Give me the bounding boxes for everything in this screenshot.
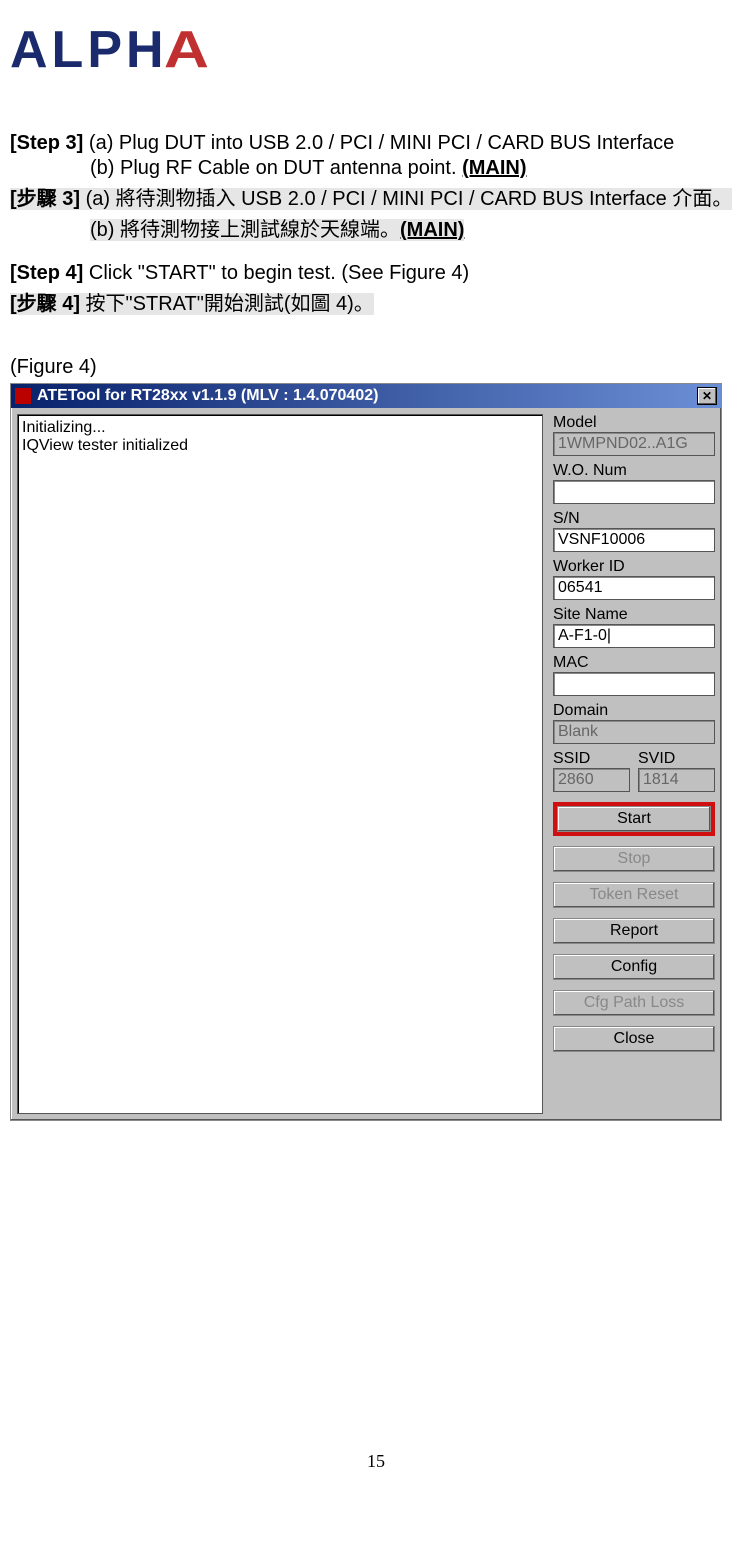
sn-label: S/N	[553, 510, 715, 528]
ssid-field	[553, 768, 630, 792]
ssid-label: SSID	[553, 750, 630, 768]
worker-field[interactable]	[553, 576, 715, 600]
atetool-window: ATETool for RT28xx v1.1.9 (MLV : 1.4.070…	[10, 383, 722, 1121]
svid-label: SVID	[638, 750, 715, 768]
figure-caption: (Figure 4)	[10, 356, 742, 379]
step3-line-a: [Step 3] (a) Plug DUT into USB 2.0 / PCI…	[10, 132, 742, 155]
step4-text: Click "START" to begin test. (See Figure…	[89, 262, 469, 284]
step3cn-b-main: (MAIN)	[400, 219, 464, 241]
window-body: Initializing... IQView tester initialize…	[11, 408, 721, 1120]
step3-label: [Step 3]	[10, 132, 83, 154]
wonum-field[interactable]	[553, 480, 715, 504]
step3-line-b: (b) Plug RF Cable on DUT antenna point. …	[10, 157, 742, 180]
mac-label: MAC	[553, 654, 715, 672]
step3cn-a-text: (a) 將待測物插入 USB 2.0 / PCI / MINI PCI / CA…	[86, 188, 733, 210]
report-button[interactable]: Report	[553, 918, 715, 944]
close-button[interactable]: Close	[553, 1026, 715, 1052]
step4cn-text: 按下"STRAT"開始測試(如圖 4)。	[80, 293, 374, 315]
model-field	[553, 432, 715, 456]
logo-lambda-glyph: A	[163, 20, 213, 80]
svid-field	[638, 768, 715, 792]
step4cn-label: [步驟 4]	[10, 293, 80, 315]
step3-b-main: (MAIN)	[462, 157, 526, 179]
step3cn-b-text: (b) 將待測物接上測試線於天線端。	[90, 219, 400, 241]
window-title: ATETool for RT28xx v1.1.9 (MLV : 1.4.070…	[37, 387, 697, 405]
config-button[interactable]: Config	[553, 954, 715, 980]
alpha-logo: ALPHA	[10, 20, 209, 80]
app-icon	[15, 388, 31, 404]
wonum-label: W.O. Num	[553, 462, 715, 480]
site-field[interactable]	[553, 624, 715, 648]
worker-label: Worker ID	[553, 558, 715, 576]
token-reset-button: Token Reset	[553, 882, 715, 908]
domain-label: Domain	[553, 702, 715, 720]
mac-field[interactable]	[553, 672, 715, 696]
start-highlight-box: Start	[553, 802, 715, 836]
step4cn-line: [步驟 4] 按下"STRAT"開始測試(如圖 4)。	[10, 287, 742, 316]
step3cn-line-b: (b) 將待測物接上測試線於天線端。(MAIN)	[10, 213, 742, 242]
domain-field	[553, 720, 715, 744]
logo-text: ALPH	[10, 21, 168, 79]
step3-b-text: (b) Plug RF Cable on DUT antenna point.	[90, 157, 462, 179]
page-number: 15	[10, 1451, 742, 1472]
step3cn-label: [步驟 3]	[10, 188, 80, 210]
site-label: Site Name	[553, 606, 715, 624]
side-panel: Model W.O. Num S/N Worker ID Site Name M…	[553, 414, 715, 1114]
start-button[interactable]: Start	[557, 806, 711, 832]
step4-label: [Step 4]	[10, 262, 83, 284]
log-textarea[interactable]: Initializing... IQView tester initialize…	[17, 414, 543, 1114]
step3-a-text: (a) Plug DUT into USB 2.0 / PCI / MINI P…	[89, 132, 674, 154]
close-icon[interactable]: ✕	[697, 387, 717, 405]
step4-line: [Step 4] Click "START" to begin test. (S…	[10, 262, 742, 285]
stop-button: Stop	[553, 846, 715, 872]
cfg-path-loss-button: Cfg Path Loss	[553, 990, 715, 1016]
step3cn-line-a: [步驟 3] (a) 將待測物插入 USB 2.0 / PCI / MINI P…	[10, 182, 742, 211]
sn-field[interactable]	[553, 528, 715, 552]
titlebar[interactable]: ATETool for RT28xx v1.1.9 (MLV : 1.4.070…	[11, 384, 721, 408]
model-label: Model	[553, 414, 715, 432]
